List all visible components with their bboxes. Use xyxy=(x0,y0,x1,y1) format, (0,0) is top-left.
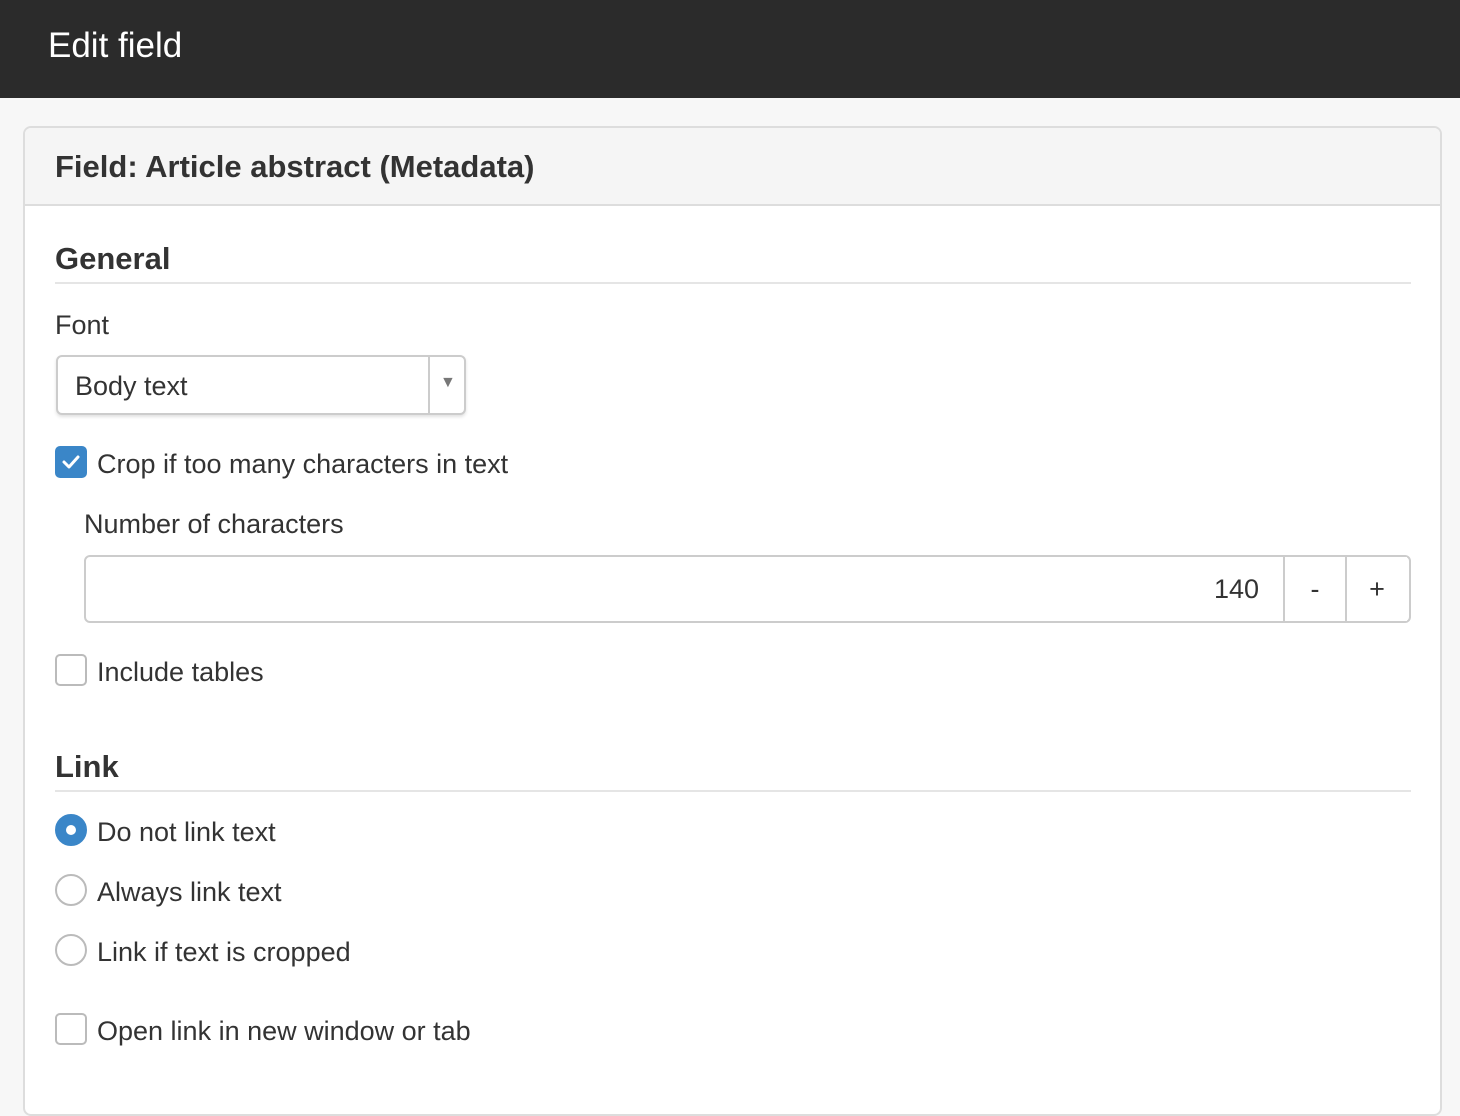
caret-down-icon: ▼ xyxy=(440,374,456,391)
font-select-value: Body text xyxy=(75,371,188,401)
decrement-button[interactable]: - xyxy=(1283,557,1345,621)
open-new-window-checkbox[interactable] xyxy=(55,1013,87,1045)
radio-link-if-cropped[interactable] xyxy=(55,934,87,966)
open-new-window-label: Open link in new window or tab xyxy=(97,1016,471,1046)
section-heading-link: Link xyxy=(55,749,119,784)
include-tables-label: Include tables xyxy=(97,657,264,687)
number-of-characters-label: Number of characters xyxy=(84,509,344,539)
top-bar: Edit field xyxy=(0,0,1460,98)
panel-header: Field: Article abstract (Metadata) xyxy=(25,128,1440,206)
radio-do-not-link[interactable] xyxy=(55,814,87,846)
check-icon xyxy=(62,455,80,469)
radio-always-link[interactable] xyxy=(55,874,87,906)
font-label: Font xyxy=(55,310,110,340)
radio-always-link-label: Always link text xyxy=(97,877,282,907)
section-divider xyxy=(55,282,1411,284)
number-of-characters-input[interactable] xyxy=(86,557,1283,621)
radio-do-not-link-label: Do not link text xyxy=(97,817,276,847)
increment-button[interactable]: + xyxy=(1345,557,1407,621)
edit-field-panel: Field: Article abstract (Metadata) Gener… xyxy=(23,126,1442,1116)
section-heading-general: General xyxy=(55,241,171,276)
crop-checkbox[interactable] xyxy=(55,446,87,478)
select-divider xyxy=(428,357,430,413)
crop-label: Crop if too many characters in text xyxy=(97,449,509,479)
radio-link-if-cropped-label: Link if text is cropped xyxy=(97,937,351,967)
window-title: Edit field xyxy=(48,26,183,65)
include-tables-checkbox[interactable] xyxy=(55,654,87,686)
font-select[interactable]: Body text ▼ xyxy=(56,355,466,415)
panel-title: Field: Article abstract (Metadata) xyxy=(55,149,535,184)
number-of-characters-stepper: - + xyxy=(84,555,1411,623)
section-divider xyxy=(55,790,1411,792)
